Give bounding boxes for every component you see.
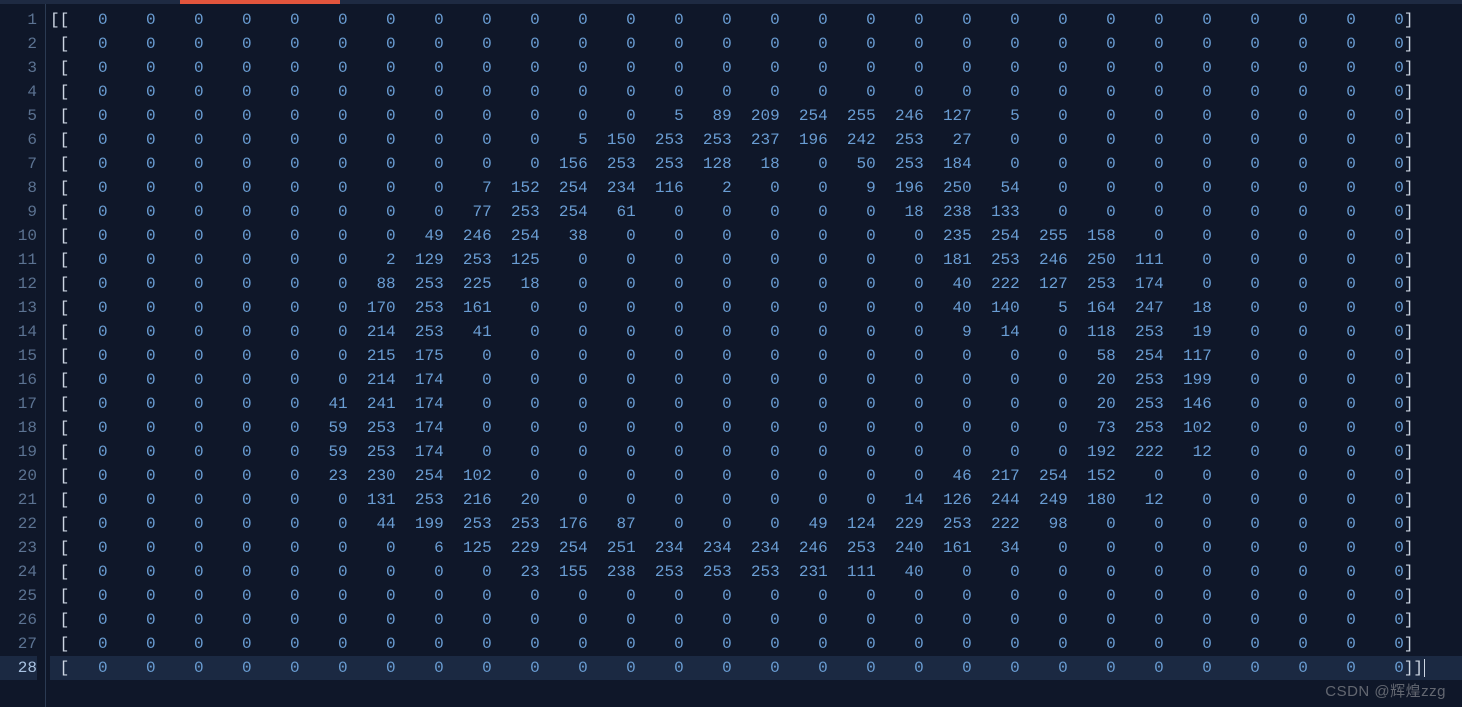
code-line: [ 0 0 0 0 0 0 0 0 0 0 0 0 0 0 0 0 0 0 0 … [50, 32, 1462, 56]
line-number: 25 [0, 584, 37, 608]
code-line: [ 0 0 0 0 0 23 230 254 102 0 0 0 0 0 0 0… [50, 464, 1462, 488]
code-line: [ 0 0 0 0 0 0 88 253 225 18 0 0 0 0 0 0 … [50, 272, 1462, 296]
code-content[interactable]: [[ 0 0 0 0 0 0 0 0 0 0 0 0 0 0 0 0 0 0 0… [46, 4, 1462, 707]
code-line: [ 0 0 0 0 0 0 0 0 0 0 0 0 0 0 0 0 0 0 0 … [50, 608, 1462, 632]
code-line: [ 0 0 0 0 0 59 253 174 0 0 0 0 0 0 0 0 0… [50, 440, 1462, 464]
code-line: [ 0 0 0 0 0 0 131 253 216 20 0 0 0 0 0 0… [50, 488, 1462, 512]
code-line: [ 0 0 0 0 0 0 0 0 77 253 254 61 0 0 0 0 … [50, 200, 1462, 224]
line-number: 26 [0, 608, 37, 632]
line-number: 6 [0, 128, 37, 152]
line-number: 7 [0, 152, 37, 176]
code-line: [ 0 0 0 0 0 41 241 174 0 0 0 0 0 0 0 0 0… [50, 392, 1462, 416]
code-line: [ 0 0 0 0 0 59 253 174 0 0 0 0 0 0 0 0 0… [50, 416, 1462, 440]
line-number: 19 [0, 440, 37, 464]
code-line: [ 0 0 0 0 0 0 0 0 0 0 0 0 5 89 209 254 2… [50, 104, 1462, 128]
line-number: 12 [0, 272, 37, 296]
code-line: [ 0 0 0 0 0 0 214 174 0 0 0 0 0 0 0 0 0 … [50, 368, 1462, 392]
code-line: [ 0 0 0 0 0 0 0 0 0 0 0 0 0 0 0 0 0 0 0 … [50, 584, 1462, 608]
line-number: 1 [0, 8, 37, 32]
code-line: [ 0 0 0 0 0 0 0 0 0 23 155 238 253 253 2… [50, 560, 1462, 584]
line-number: 4 [0, 80, 37, 104]
line-number: 20 [0, 464, 37, 488]
line-number: 3 [0, 56, 37, 80]
line-number: 13 [0, 296, 37, 320]
line-number: 5 [0, 104, 37, 128]
line-number: 23 [0, 536, 37, 560]
line-number: 21 [0, 488, 37, 512]
line-number: 10 [0, 224, 37, 248]
code-line: [ 0 0 0 0 0 0 0 0 0 0 156 253 253 128 18… [50, 152, 1462, 176]
line-number: 14 [0, 320, 37, 344]
code-line: [ 0 0 0 0 0 0 215 175 0 0 0 0 0 0 0 0 0 … [50, 344, 1462, 368]
line-number: 28 [0, 656, 37, 680]
code-line: [ 0 0 0 0 0 0 0 6 125 229 254 251 234 23… [50, 536, 1462, 560]
line-number: 18 [0, 416, 37, 440]
text-cursor [1424, 659, 1425, 677]
line-number: 8 [0, 176, 37, 200]
code-line: [ 0 0 0 0 0 0 0 0 0 0 0 0 0 0 0 0 0 0 0 … [50, 656, 1462, 680]
code-line: [ 0 0 0 0 0 0 0 0 0 0 0 0 0 0 0 0 0 0 0 … [50, 80, 1462, 104]
code-line: [ 0 0 0 0 0 0 0 0 0 0 5 150 253 253 237 … [50, 128, 1462, 152]
editor-area: 1234567891011121314151617181920212223242… [0, 4, 1462, 707]
line-number: 15 [0, 344, 37, 368]
line-number: 2 [0, 32, 37, 56]
line-number-gutter: 1234567891011121314151617181920212223242… [0, 4, 46, 707]
code-line: [[ 0 0 0 0 0 0 0 0 0 0 0 0 0 0 0 0 0 0 0… [50, 8, 1462, 32]
code-line: [ 0 0 0 0 0 0 0 0 0 0 0 0 0 0 0 0 0 0 0 … [50, 56, 1462, 80]
line-number: 17 [0, 392, 37, 416]
line-number: 24 [0, 560, 37, 584]
line-number: 9 [0, 200, 37, 224]
code-line: [ 0 0 0 0 0 0 2 129 253 125 0 0 0 0 0 0 … [50, 248, 1462, 272]
line-number: 16 [0, 368, 37, 392]
line-number: 22 [0, 512, 37, 536]
code-line: [ 0 0 0 0 0 0 0 0 0 0 0 0 0 0 0 0 0 0 0 … [50, 632, 1462, 656]
line-number: 11 [0, 248, 37, 272]
code-line: [ 0 0 0 0 0 0 44 199 253 253 176 87 0 0 … [50, 512, 1462, 536]
code-line: [ 0 0 0 0 0 0 0 49 246 254 38 0 0 0 0 0 … [50, 224, 1462, 248]
line-number: 27 [0, 632, 37, 656]
code-line: [ 0 0 0 0 0 0 170 253 161 0 0 0 0 0 0 0 … [50, 296, 1462, 320]
code-line: [ 0 0 0 0 0 0 0 0 7 152 254 234 116 2 0 … [50, 176, 1462, 200]
code-line: [ 0 0 0 0 0 0 214 253 41 0 0 0 0 0 0 0 0… [50, 320, 1462, 344]
